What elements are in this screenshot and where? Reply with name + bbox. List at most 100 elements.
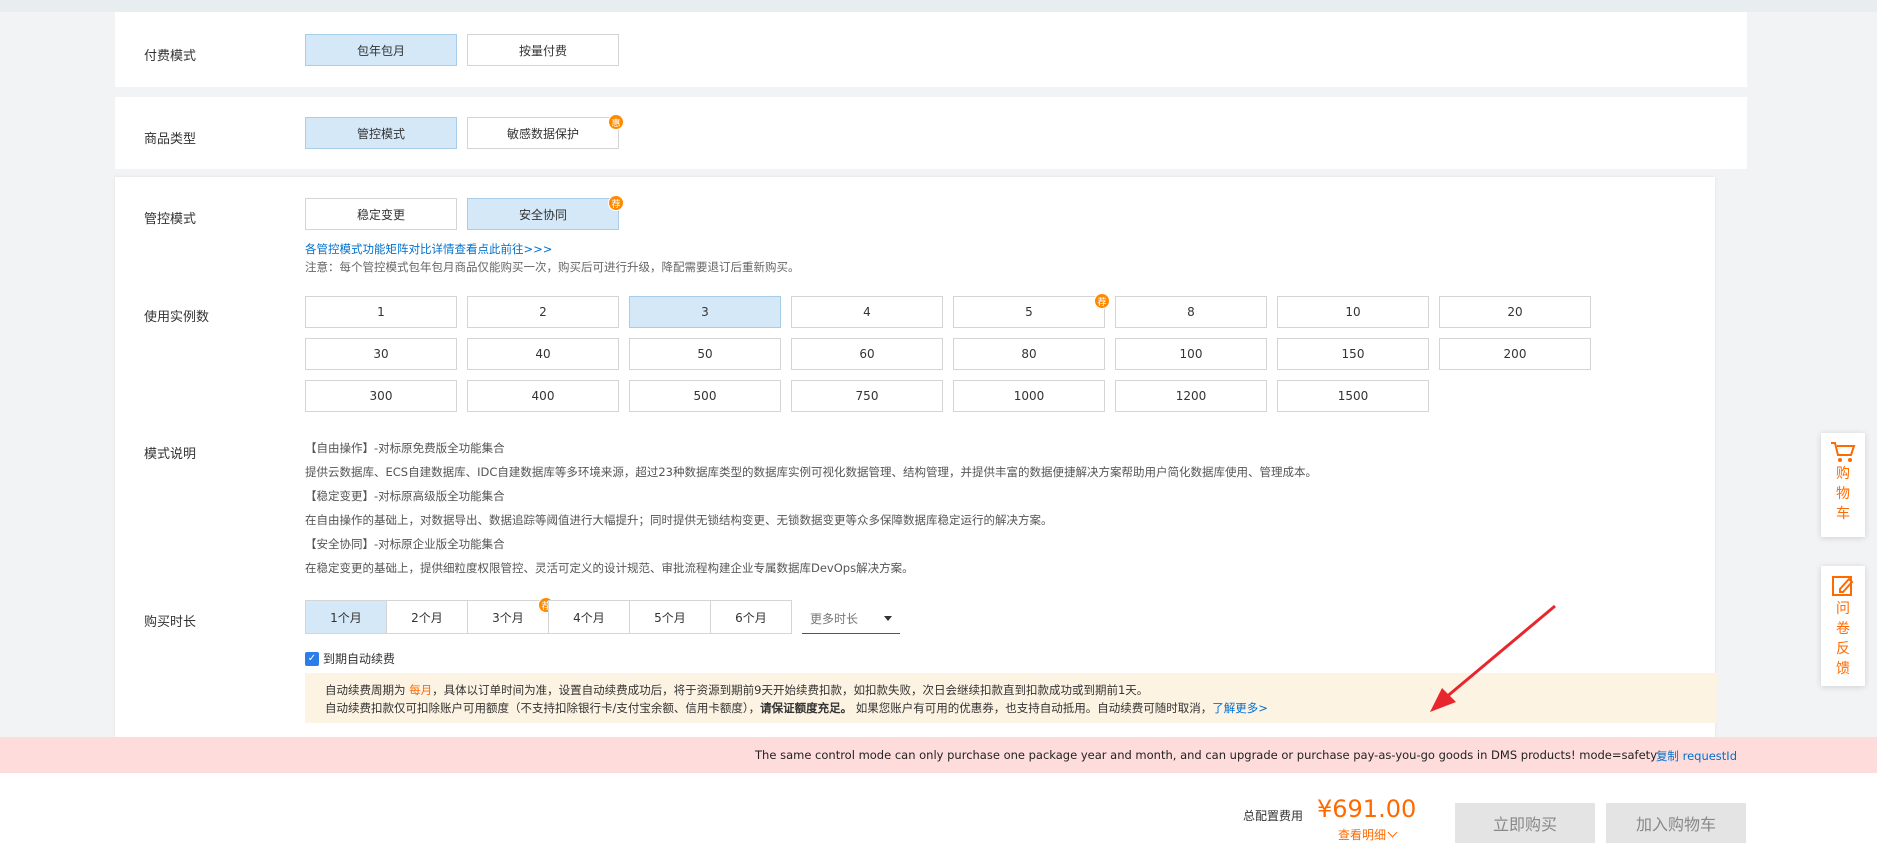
instance-option-label: 100 xyxy=(1179,347,1203,361)
recommend-badge: 荐 xyxy=(608,195,624,211)
instance-option-label: 20 xyxy=(1507,305,1523,319)
duration-label: 购买时长 xyxy=(144,615,197,630)
instance-option-1500[interactable]: 1500 xyxy=(1277,380,1429,412)
copy-request-id-link[interactable]: 复制 requestId xyxy=(1656,748,1737,764)
cart-icon xyxy=(1831,442,1856,462)
mode-desc-line: 【稳定变更】-对标原高级版全功能集合 xyxy=(305,489,505,503)
instance-option-400[interactable]: 400 xyxy=(467,380,619,412)
auto-renew-checkbox[interactable]: ✓ 到期自动续费 xyxy=(305,650,395,667)
instance-option-label: 300 xyxy=(369,389,393,403)
buy-now-button[interactable]: 立即购买 xyxy=(1455,803,1595,843)
instance-option-label: 400 xyxy=(531,389,555,403)
cart-sidebar-button[interactable]: 购 物 车 xyxy=(1821,433,1865,537)
feedback-sidebar-button[interactable]: 问 卷 反 馈 xyxy=(1821,566,1865,686)
instance-option-300[interactable]: 300 xyxy=(305,380,457,412)
instance-option-1200[interactable]: 1200 xyxy=(1115,380,1267,412)
billing-option-subscription[interactable]: 包年包月 xyxy=(305,34,457,66)
mode-desc-line: 在稳定变更的基础上，提供细粒度权限管控、灵活可定义的设计规范、审批流程构建企业专… xyxy=(305,561,914,575)
product-option-sensitive[interactable]: 敏感数据保护 惠 xyxy=(467,114,624,149)
more-duration-label: 更多时长 xyxy=(810,612,859,626)
feedback-char: 问 xyxy=(1836,601,1850,617)
instance-option-label: 150 xyxy=(1341,347,1365,361)
instance-option-label: 8 xyxy=(1187,305,1195,319)
duration-option-5[interactable]: 5个月 xyxy=(629,600,711,634)
control-compare-link[interactable]: 各管控模式功能矩阵对比详情查看点此前往>>> xyxy=(305,241,552,257)
instance-option-500[interactable]: 500 xyxy=(629,380,781,412)
instance-option-label: 200 xyxy=(1503,347,1527,361)
product-option-control[interactable]: 管控模式 xyxy=(305,117,457,149)
instance-option-30[interactable]: 30 xyxy=(305,338,457,370)
instance-option-8[interactable]: 8 xyxy=(1115,296,1267,328)
instance-option-150[interactable]: 150 xyxy=(1277,338,1429,370)
instance-option-3[interactable]: 3 xyxy=(629,296,781,328)
instance-option-2[interactable]: 2 xyxy=(467,296,619,328)
control-notice: 注意：每个管控模式包年包月商品仅能购买一次，购买后可进行升级，降配需要退订后重新… xyxy=(305,260,800,274)
instances-label: 使用实例数 xyxy=(144,310,210,325)
view-detail-link[interactable]: 查看明细 xyxy=(1338,826,1398,843)
mode-desc-line: 提供云数据库、ECS自建数据库、IDC自建数据库等多环境来源，超过23种数据库类… xyxy=(305,465,1317,479)
instance-option-200[interactable]: 200 xyxy=(1439,338,1591,370)
billing-label: 付费模式 xyxy=(144,49,197,64)
mode-desc-line: 在自由操作的基础上，对数据导出、数据追踪等阈值进行大幅提升；同时提供无锁结构变更… xyxy=(305,513,1053,527)
auto-renew-text: 自动续费周期为 xyxy=(325,683,410,697)
instance-option-label: 5 xyxy=(1025,305,1033,319)
instance-option-4[interactable]: 4 xyxy=(791,296,943,328)
feedback-char: 卷 xyxy=(1836,621,1850,637)
instance-option-80[interactable]: 80 xyxy=(953,338,1105,370)
instance-option-label: 2 xyxy=(539,305,547,319)
discount-badge: 惠 xyxy=(608,114,624,130)
instance-option-label: 30 xyxy=(373,347,389,361)
control-option-stable[interactable]: 稳定变更 xyxy=(305,198,457,230)
cart-char: 物 xyxy=(1836,486,1850,502)
instance-option-50[interactable]: 50 xyxy=(629,338,781,370)
add-to-cart-button[interactable]: 加入购物车 xyxy=(1606,803,1746,843)
duration-option-2[interactable]: 2个月 xyxy=(386,600,468,634)
duration-option-1[interactable]: 1个月 xyxy=(305,600,387,634)
mode-desc-line: 【自由操作】-对标原免费版全功能集合 xyxy=(305,441,505,455)
instance-option-label: 1500 xyxy=(1337,389,1369,403)
auto-renew-text: ，具体以订单时间为准，设置自动续费成功后，将于资源到期前9天开始续费扣款，如扣款… xyxy=(432,683,1149,697)
auto-renew-label: 到期自动续费 xyxy=(323,652,396,666)
auto-renew-warning: 请保证额度充足。 xyxy=(760,701,853,715)
instance-option-1[interactable]: 1 xyxy=(305,296,457,328)
instance-option-750[interactable]: 750 xyxy=(791,380,943,412)
instance-option-label: 50 xyxy=(697,347,713,361)
instance-option-label: 60 xyxy=(859,347,875,361)
instance-option-5[interactable]: 5荐 xyxy=(953,293,1110,328)
error-message: The same control mode can only purchase … xyxy=(755,748,1657,762)
total-price: ¥691.00 xyxy=(1317,795,1417,823)
view-detail-label: 查看明细 xyxy=(1338,828,1387,842)
red-arrow-annotation xyxy=(1430,604,1556,712)
instance-option-label: 1 xyxy=(377,305,385,319)
instance-option-100[interactable]: 100 xyxy=(1115,338,1267,370)
instance-option-label: 10 xyxy=(1345,305,1361,319)
auto-renew-period: 每月 xyxy=(409,683,433,697)
edit-icon xyxy=(1832,576,1854,596)
instance-option-1000[interactable]: 1000 xyxy=(953,380,1105,412)
product-label: 商品类型 xyxy=(144,132,197,147)
duration-option-6[interactable]: 6个月 xyxy=(710,600,792,634)
bottom-bar: 总配置费用 ¥691.00 查看明细 立即购买 加入购物车 xyxy=(0,773,1877,854)
control-option-secure-label: 安全协同 xyxy=(518,207,567,222)
checkbox-checked-icon: ✓ xyxy=(305,651,319,666)
learn-more-link[interactable]: 了解更多> xyxy=(1212,701,1268,715)
auto-renew-line-2: 自动续费扣款仅可扣除账户可用额度（不支持扣除银行卡/支付宝余额、信用卡额度），请… xyxy=(325,700,1268,716)
feedback-char: 反 xyxy=(1836,641,1850,657)
instance-option-label: 1000 xyxy=(1013,389,1045,403)
instance-option-60[interactable]: 60 xyxy=(791,338,943,370)
control-option-secure[interactable]: 安全协同 荐 xyxy=(467,195,624,230)
instance-option-10[interactable]: 10 xyxy=(1277,296,1429,328)
instance-option-label: 1200 xyxy=(1175,389,1207,403)
instance-option-label: 4 xyxy=(863,305,871,319)
billing-option-payg[interactable]: 按量付费 xyxy=(467,34,619,66)
duration-option-3[interactable]: 3个月 荐 xyxy=(467,597,554,634)
instance-option-label: 80 xyxy=(1021,347,1037,361)
more-duration-select[interactable]: 更多时长 xyxy=(802,604,900,634)
top-strip xyxy=(0,0,1877,12)
instance-option-label: 40 xyxy=(535,347,551,361)
caret-down-icon xyxy=(884,616,892,621)
auto-renew-line-1: 自动续费周期为 每月，具体以订单时间为准，设置自动续费成功后，将于资源到期前9天… xyxy=(325,682,1148,698)
instance-option-40[interactable]: 40 xyxy=(467,338,619,370)
duration-option-4[interactable]: 4个月 xyxy=(548,600,630,634)
instance-option-20[interactable]: 20 xyxy=(1439,296,1591,328)
